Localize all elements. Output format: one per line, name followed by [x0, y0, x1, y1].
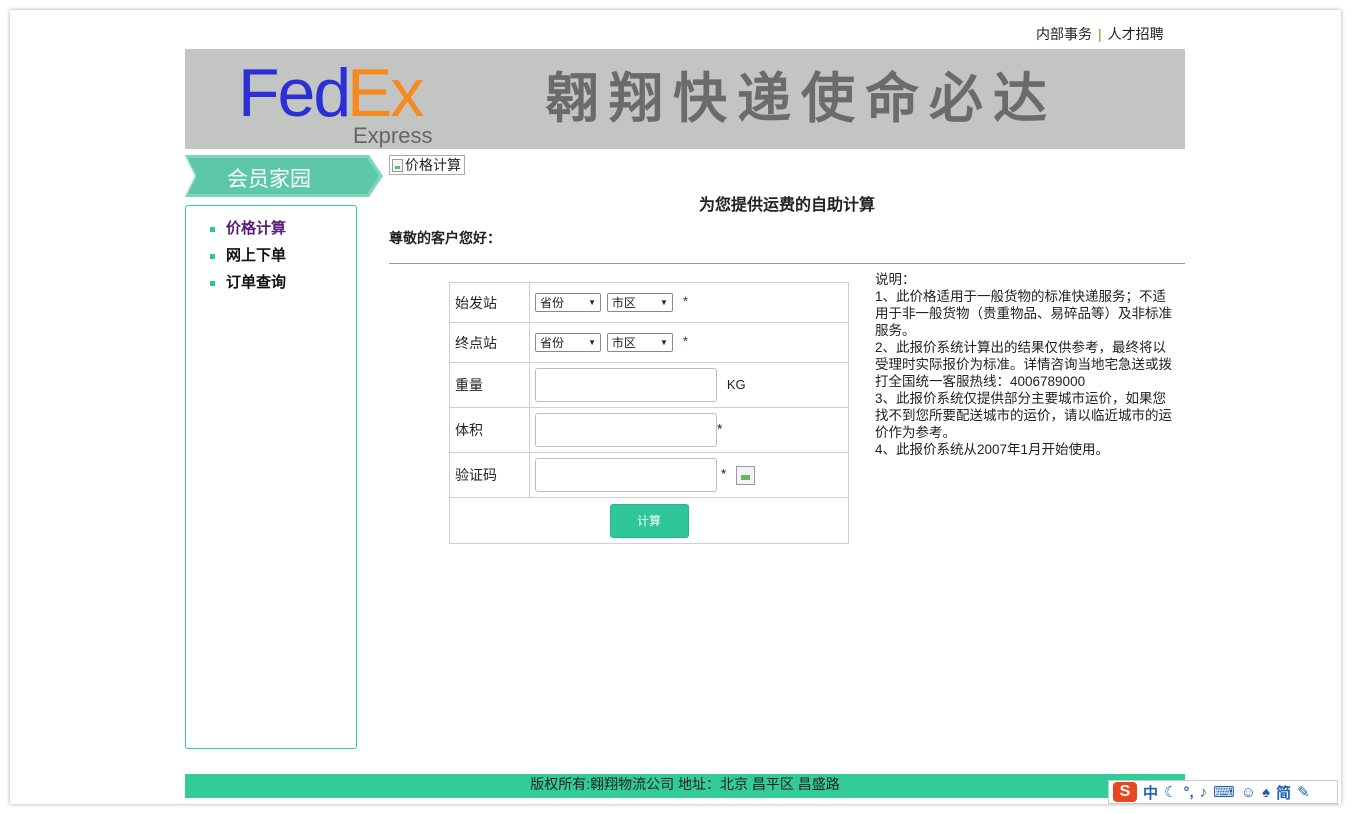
chevron-down-icon: ▼: [659, 338, 668, 347]
destination-city-select[interactable]: 市区 ▼: [606, 333, 673, 352]
price-calc-image-alt: 价格计算: [405, 157, 461, 173]
note-item: 2、此报价系统计算出的结果仅供参考，最终将以受理时实际报价为标准。详情咨询当地宅…: [875, 340, 1172, 389]
top-links: 内部事务 | 人才招聘: [1036, 24, 1164, 44]
required-mark: *: [682, 333, 689, 350]
note-item: 1、此价格适用于一般货物的标准快递服务；不适用于非一般货物（贵重物品、易碎品等）…: [875, 289, 1172, 338]
captcha-image[interactable]: [736, 465, 756, 485]
chevron-down-icon: ▼: [588, 338, 596, 347]
sidebar-title-ribbon: 会员家园: [185, 155, 383, 197]
user-icon[interactable]: ☺: [1241, 784, 1256, 801]
header-banner: Fed Ex Express 翱翔快递使命必达: [185, 49, 1185, 149]
required-mark: *: [682, 293, 689, 310]
required-mark: *: [717, 420, 723, 437]
weight-controls: KG: [529, 362, 849, 408]
punctuation-icon[interactable]: °,: [1183, 784, 1193, 801]
captcha-controls: *: [529, 452, 849, 498]
weight-label: 重量: [449, 362, 530, 408]
volume-label: 体积: [449, 407, 530, 453]
careers-link[interactable]: 人才招聘: [1108, 26, 1164, 42]
wrench-icon[interactable]: ✎: [1297, 783, 1310, 801]
footer-text: 版权所有:翱翔物流公司 地址：北京 昌平区 昌盛路: [530, 776, 840, 792]
chevron-down-icon: ▼: [588, 298, 596, 307]
origin-controls: 省份 ▼ 市区 ▼ *: [529, 282, 849, 323]
destination-controls: 省份 ▼ 市区 ▼ *: [529, 322, 849, 363]
note-item: 4、此报价系统从2007年1月开始使用。: [875, 442, 1110, 457]
origin-label: 始发站: [449, 282, 530, 323]
form-row-weight: 重量 KG: [449, 362, 849, 408]
logo-express-text: Express: [353, 123, 433, 148]
form-row-origin: 始发站 省份 ▼ 市区 ▼ *: [449, 282, 849, 323]
form-row-volume: 体积 *: [449, 407, 849, 453]
volume-input[interactable]: [535, 413, 717, 447]
destination-label: 终点站: [449, 322, 530, 363]
form-row-destination: 终点站 省份 ▼ 市区 ▼ *: [449, 322, 849, 363]
origin-province-value: 省份: [540, 296, 565, 310]
sidebar-menu: 价格计算 网上下单 订单查询: [185, 205, 357, 749]
footer: 版权所有:翱翔物流公司 地址：北京 昌平区 昌盛路: [185, 774, 1185, 798]
price-calc-image: 价格计算: [389, 155, 465, 175]
divider: [389, 263, 1185, 264]
weight-unit: KG: [726, 376, 746, 392]
volume-controls: *: [529, 407, 849, 453]
submit-cell: 计算: [449, 497, 849, 544]
shirt-icon[interactable]: ♠: [1262, 784, 1270, 801]
internal-affairs-link[interactable]: 内部事务: [1036, 26, 1092, 42]
microphone-icon[interactable]: ♪: [1200, 784, 1208, 801]
page-title: 为您提供运费的自助计算: [698, 195, 875, 214]
moon-icon[interactable]: ☾: [1164, 783, 1177, 801]
captcha-input[interactable]: [535, 458, 717, 492]
calculate-button[interactable]: 计算: [609, 503, 689, 538]
banner-slogan: 翱翔快递使命必达: [545, 66, 1057, 130]
origin-city-select[interactable]: 市区 ▼: [606, 293, 673, 312]
weight-input[interactable]: [535, 368, 717, 402]
origin-city-value: 市区: [611, 296, 636, 310]
price-calc-form: 始发站 省份 ▼ 市区 ▼ * 终点站 省份 ▼ 市区 ▼ * 重量 KG 体积 * 验…: [449, 282, 849, 544]
ime-simplified-toggle[interactable]: 简: [1276, 782, 1291, 803]
ime-logo-icon[interactable]: S: [1113, 782, 1137, 802]
logo-fed-text: Fed: [238, 55, 351, 131]
destination-city-value: 市区: [611, 336, 636, 350]
form-row-captcha: 验证码 *: [449, 452, 849, 498]
captcha-label: 验证码: [449, 452, 530, 498]
sidebar-item-online-order[interactable]: 网上下单: [210, 247, 356, 274]
top-links-separator: |: [1098, 26, 1102, 42]
sidebar-item-order-query[interactable]: 订单查询: [210, 274, 356, 301]
required-mark: *: [720, 465, 727, 482]
sidebar-item-price-calc[interactable]: 价格计算: [210, 220, 356, 247]
note-item: 3、此报价系统仅提供部分主要城市运价，如果您找不到您所要配送城市的运价，请以临近…: [875, 391, 1172, 440]
destination-province-value: 省份: [540, 336, 565, 350]
keyboard-icon[interactable]: ⌨: [1213, 783, 1235, 801]
ime-toolbar[interactable]: S 中 ☾ °, ♪ ⌨ ☺ ♠ 简 ✎: [1108, 780, 1338, 804]
form-row-submit: 计算: [449, 497, 849, 544]
chevron-down-icon: ▼: [659, 298, 668, 307]
broken-image-icon: [392, 158, 403, 172]
ime-language-toggle[interactable]: 中: [1143, 782, 1158, 803]
origin-province-select[interactable]: 省份 ▼: [535, 293, 601, 312]
destination-province-select[interactable]: 省份 ▼: [535, 333, 601, 352]
sidebar-title: 会员家园: [227, 168, 311, 191]
logo-ex-text: Ex: [347, 55, 424, 131]
notes-title: 说明：: [875, 272, 916, 287]
notes-panel: 说明： 1、此价格适用于一般货物的标准快递服务；不适用于非一般货物（贵重物品、易…: [875, 271, 1175, 458]
greeting-text: 尊敬的客户您好：: [389, 231, 501, 247]
